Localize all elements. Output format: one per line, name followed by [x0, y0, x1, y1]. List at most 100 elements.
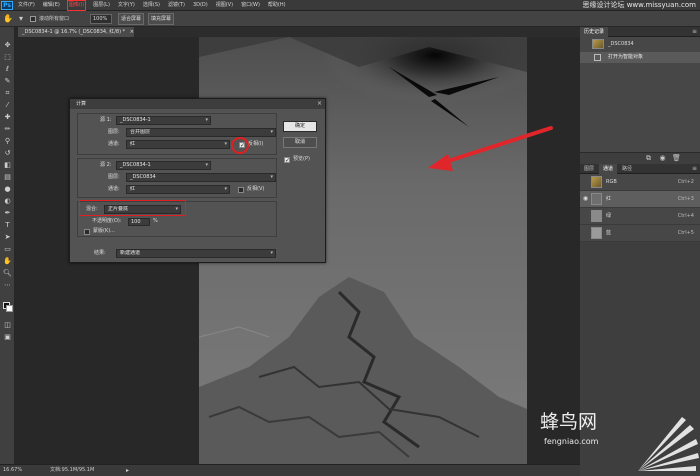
shape-tool-icon[interactable]: ▭ [3, 245, 12, 254]
crop-tool-icon[interactable]: ⌗ [3, 89, 12, 98]
layers-panel-tabs: 图层 通道 路径 ≡ [580, 164, 700, 174]
source2-channel-label: 通道: [108, 186, 120, 192]
mask-label: 蒙版(K)... [93, 228, 115, 234]
tab-channels[interactable]: 通道 [599, 164, 618, 174]
history-trash-icon[interactable]: 🗑︎ [672, 154, 681, 163]
menu-items: 文件(F) 编辑(E) 图像(I) 图层(L) 文字(Y) 选择(S) 滤镜(T… [18, 0, 286, 11]
channel-row-green[interactable]: 绿 Ctrl+4 [580, 208, 700, 225]
source2-invert-checkbox[interactable] [238, 187, 244, 193]
photoshop-logo: Ps [1, 1, 13, 10]
watermark-wing-icon [638, 417, 699, 471]
document-tab[interactable]: _DSC0834-1 @ 16.7% (_DSC0834, 红/8) * × [18, 27, 134, 37]
channel-row-rgb[interactable]: RGB Ctrl+2 [580, 174, 700, 191]
mask-checkbox[interactable] [84, 229, 90, 235]
menu-window[interactable]: 窗口(W) [241, 1, 260, 10]
path-selection-tool-icon[interactable]: ➤ [3, 233, 12, 242]
history-panel: _DSC0834 打开为智能对象 [580, 37, 700, 152]
snapshot-thumbnail [592, 39, 604, 49]
quick-mask-icon[interactable]: ◫ [3, 321, 12, 330]
status-zoom[interactable]: 16.67% [3, 465, 22, 476]
source1-channel-select[interactable]: 红 [126, 140, 230, 149]
history-brush-tool-icon[interactable]: ↺ [3, 149, 12, 158]
gradient-tool-icon[interactable]: ▤ [3, 173, 12, 182]
tab-history[interactable]: 历史记录 [580, 27, 609, 37]
menu-edit[interactable]: 编辑(E) [43, 1, 60, 10]
background-color-swatch[interactable] [6, 305, 13, 312]
visibility-eye-icon[interactable] [582, 229, 589, 237]
menu-type[interactable]: 文字(Y) [118, 1, 135, 10]
calculations-dialog: 计算 × 源 1: _DSC0834-1 图层: 合并图层 通道: 红 ✓ 反相… [69, 98, 326, 263]
dialog-title: 计算 [76, 101, 87, 107]
clone-stamp-tool-icon[interactable]: ⚲ [3, 137, 12, 146]
fill-screen-button[interactable]: 填充屏幕 [148, 13, 174, 25]
channels-panel: RGB Ctrl+2 ◉ 红 Ctrl+3 绿 Ctrl+4 蓝 Ctrl+5 [580, 174, 700, 242]
source1-layer-select[interactable]: 合并图层 [126, 128, 276, 137]
more-tools-icon[interactable]: ⋯ [3, 281, 12, 290]
history-snapshot[interactable]: _DSC0834 [580, 37, 700, 51]
source2-select[interactable]: _DSC0834-1 [116, 161, 211, 170]
channels-panel-menu-icon[interactable]: ≡ [692, 164, 697, 174]
healing-brush-tool-icon[interactable]: ✚ [3, 113, 12, 122]
ok-button[interactable]: 确定 [283, 121, 317, 132]
tab-paths[interactable]: 路径 [618, 164, 636, 174]
channel-shortcut: Ctrl+2 [677, 179, 694, 185]
preview-label: 预览(P) [293, 156, 310, 162]
visibility-eye-icon[interactable]: ◉ [582, 195, 589, 203]
source1-label: 源 1: [100, 117, 112, 123]
source1-select[interactable]: _DSC0834-1 [116, 116, 211, 125]
source2-layer-label: 图层: [108, 174, 120, 180]
dodge-tool-icon[interactable]: ◐ [3, 197, 12, 206]
new-document-from-state-icon[interactable]: ⧉ [644, 154, 653, 163]
channel-thumbnail [591, 176, 602, 188]
move-tool-icon[interactable]: ✥ [3, 41, 12, 50]
menu-filter[interactable]: 滤镜(T) [168, 1, 185, 10]
history-panel-menu-icon[interactable]: ≡ [692, 27, 697, 37]
eraser-tool-icon[interactable]: ◧ [3, 161, 12, 170]
cancel-button[interactable]: 取消 [283, 137, 317, 148]
scroll-all-windows-checkbox[interactable] [30, 16, 36, 22]
dialog-close-icon[interactable]: × [317, 99, 322, 109]
blending-highlight-box [79, 200, 186, 216]
tool-preset-arrow-icon[interactable]: ▾ [16, 14, 26, 24]
channel-row-blue[interactable]: 蓝 Ctrl+5 [580, 225, 700, 242]
visibility-eye-icon[interactable] [582, 178, 589, 186]
brush-tool-icon[interactable]: ✏ [3, 125, 12, 134]
opacity-input[interactable]: 100 [128, 218, 150, 226]
zoom-field[interactable]: 100% [90, 14, 112, 24]
quick-select-tool-icon[interactable]: ✎ [3, 77, 12, 86]
channel-name: 绿 [606, 213, 612, 219]
eyedropper-tool-icon[interactable]: ⁄ [3, 101, 12, 110]
menu-bar: Ps 文件(F) 编辑(E) 图像(I) 图层(L) 文字(Y) 选择(S) 滤… [0, 0, 700, 11]
fit-screen-button[interactable]: 适合屏幕 [118, 13, 144, 25]
hand-tool-icon[interactable]: ✋ [3, 14, 13, 24]
visibility-eye-icon[interactable] [582, 212, 589, 220]
tab-layers[interactable]: 图层 [580, 164, 598, 174]
marquee-tool-icon[interactable]: ⬚ [3, 53, 12, 62]
document-tab-close-icon[interactable]: × [130, 29, 134, 35]
menu-view[interactable]: 视图(V) [216, 1, 233, 10]
result-select[interactable]: 新建通道 [116, 249, 276, 258]
pen-tool-icon[interactable]: ✒ [3, 209, 12, 218]
menu-layer[interactable]: 图层(L) [93, 1, 110, 10]
channel-row-red[interactable]: ◉ 红 Ctrl+3 [580, 191, 700, 208]
lasso-tool-icon[interactable]: ℓ [3, 65, 12, 74]
status-menu-arrow-icon[interactable]: ▸ [126, 465, 129, 476]
menu-3d[interactable]: 3D(D) [193, 1, 208, 10]
preview-checkbox[interactable]: ✓ [284, 157, 290, 164]
menu-select[interactable]: 选择(S) [143, 1, 160, 10]
menu-image[interactable]: 图像(I) [66, 0, 87, 11]
blur-tool-icon[interactable]: ● [3, 185, 12, 194]
type-tool-icon[interactable]: T [3, 221, 12, 230]
zoom-tool-icon[interactable]: 🔍︎ [3, 269, 12, 278]
source2-layer-select[interactable]: _DSC0834 [126, 173, 276, 182]
screen-mode-icon[interactable]: ▣ [3, 333, 12, 342]
history-state[interactable]: 打开为智能对象 [580, 52, 700, 63]
menu-file[interactable]: 文件(F) [18, 1, 35, 10]
source2-channel-select[interactable]: 红 [126, 185, 230, 194]
channel-shortcut: Ctrl+3 [677, 196, 694, 202]
menu-help[interactable]: 帮助(H) [268, 1, 286, 10]
dialog-title-bar[interactable]: 计算 × [70, 99, 325, 109]
create-snapshot-icon[interactable]: ◉ [658, 154, 667, 163]
hand-tool-box-icon[interactable]: ✋ [3, 257, 12, 266]
result-label: 结果: [94, 250, 106, 256]
